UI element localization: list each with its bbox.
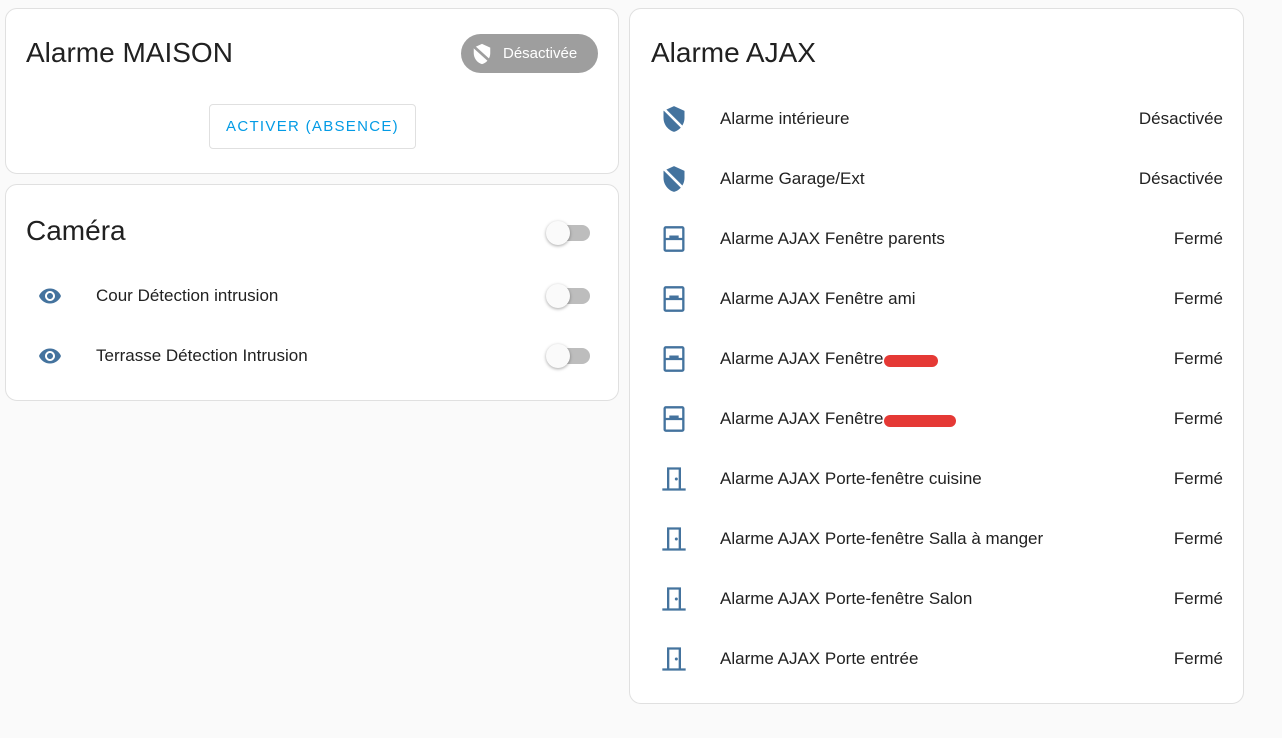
ajax-sensor-label: Alarme AJAX Fenêtre [720,349,884,368]
ajax-sensor-row[interactable]: Alarme AJAX Porte-fenêtre cuisine Fermé [630,459,1243,499]
alarm-state-badge[interactable]: Désactivée [461,34,598,73]
alarm-maison-card: Alarme MAISON Désactivée ACTIVER (ABSENC… [5,8,619,174]
camera-header-toggle[interactable] [546,220,592,246]
window-closed-icon [660,405,688,433]
shield-off-icon [660,105,688,133]
ajax-sensor-state: Fermé [1173,469,1223,488]
camera-row-toggle[interactable] [546,343,592,369]
camera-title: Caméra [26,215,126,246]
activate-away-button[interactable]: ACTIVER (ABSENCE) [209,104,416,149]
redaction-mark [884,355,938,367]
ajax-sensor-label: Alarme AJAX Fenêtre [720,409,884,428]
window-closed-icon [660,225,688,253]
ajax-sensor-label: Alarme AJAX Porte-fenêtre cuisine [720,469,982,488]
alarme-ajax-title: Alarme AJAX [651,37,816,68]
door-closed-icon [660,465,688,493]
ajax-sensor-row[interactable]: Alarme AJAX Porte entrée Fermé [630,639,1243,679]
eye-icon [36,284,66,308]
ajax-sensor-state: Fermé [1173,229,1223,248]
ajax-sensor-label: Alarme AJAX Fenêtre parents [720,229,945,248]
window-closed-icon [660,345,688,373]
ajax-sensor-label: Alarme AJAX Porte-fenêtre Salon [720,589,973,608]
alarm-state-label: Désactivée [503,45,578,62]
toggle-thumb [546,221,570,245]
ajax-sensor-row[interactable]: Alarme AJAX Fenêtre parents Fermé [630,219,1243,259]
ajax-sensor-state: Fermé [1173,529,1223,548]
ajax-sensor-state: Désactivée [1138,109,1223,128]
ajax-sensor-state: Fermé [1173,409,1223,428]
ajax-sensor-label: Alarme AJAX Fenêtre ami [720,289,916,308]
shield-off-icon [471,43,493,64]
ajax-sensor-state: Désactivée [1138,169,1223,188]
door-closed-icon [660,525,688,553]
camera-row[interactable]: Cour Détection intrusion [6,276,618,316]
shield-off-icon [660,165,688,193]
alarm-maison-title[interactable]: Alarme MAISON [26,37,233,69]
ajax-sensor-state: Fermé [1173,349,1223,368]
ajax-sensor-row[interactable]: Alarme AJAX Fenêtre ami Fermé [630,279,1243,319]
door-closed-icon [660,585,688,613]
ajax-sensor-state: Fermé [1173,589,1223,608]
camera-row-toggle[interactable] [546,283,592,309]
ajax-sensor-row[interactable]: Alarme AJAX Fenêtre Fermé [630,339,1243,379]
ajax-sensor-state: Fermé [1173,289,1223,308]
door-closed-icon [660,645,688,673]
alarme-ajax-card: Alarme AJAX Alarme intérieure Désactivée A… [629,8,1244,704]
ajax-sensor-label: Alarme intérieure [720,109,850,128]
camera-row-label: Cour Détection intrusion [96,286,279,305]
window-closed-icon [660,285,688,313]
ajax-sensor-row[interactable]: Alarme AJAX Porte-fenêtre Salla à manger… [630,519,1243,559]
camera-card: Caméra Cour Détection intrusion Terrasse … [5,184,619,401]
camera-row-label: Terrasse Détection Intrusion [96,346,308,365]
ajax-sensor-row[interactable]: Alarme AJAX Porte-fenêtre Salon Fermé [630,579,1243,619]
toggle-thumb [546,284,570,308]
camera-row[interactable]: Terrasse Détection Intrusion [6,336,618,376]
ajax-sensor-label: Alarme AJAX Porte-fenêtre Salla à manger [720,529,1044,548]
ajax-sensor-label: Alarme Garage/Ext [720,169,865,188]
ajax-sensor-row[interactable]: Alarme Garage/Ext Désactivée [630,159,1243,199]
redaction-mark [884,415,956,427]
ajax-sensor-state: Fermé [1173,649,1223,668]
ajax-sensor-label: Alarme AJAX Porte entrée [720,649,919,668]
ajax-sensor-row[interactable]: Alarme intérieure Désactivée [630,99,1243,139]
eye-icon [36,344,66,368]
ajax-sensor-row[interactable]: Alarme AJAX Fenêtre Fermé [630,399,1243,439]
toggle-thumb [546,344,570,368]
